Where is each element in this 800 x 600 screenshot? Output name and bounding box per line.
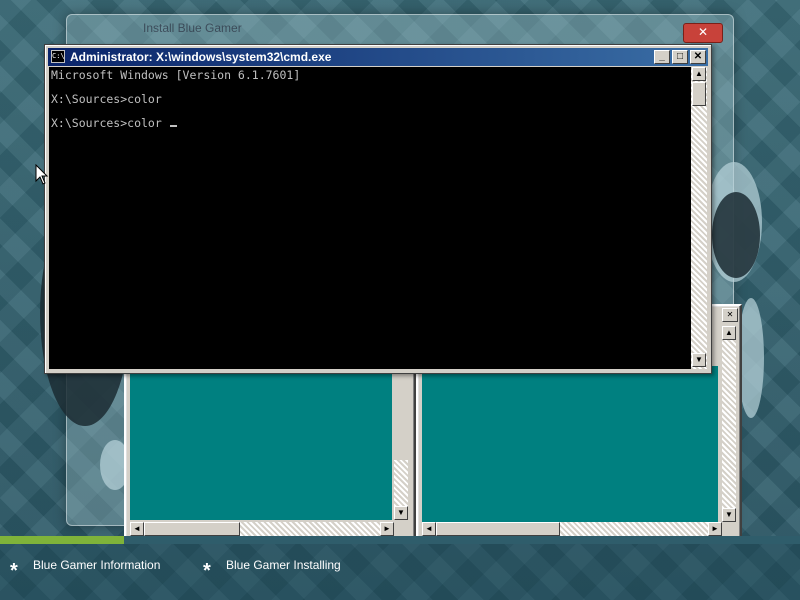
step-blue-gamer-information: Blue Gamer Information [33, 558, 161, 572]
scroll-thumb[interactable] [436, 522, 560, 536]
close-button[interactable]: ✕ [690, 50, 706, 64]
scroll-thumb[interactable] [692, 82, 706, 106]
console-output[interactable]: Microsoft Windows [Version 6.1.7601] X:\… [49, 67, 691, 369]
setup-progress-fill [0, 536, 124, 544]
scroll-down-button[interactable]: ▼ [394, 506, 408, 520]
console-prompt-line: X:\Sources>color [51, 117, 691, 129]
minimize-button[interactable]: _ [654, 50, 670, 64]
setup-close-button[interactable]: ✕ [683, 23, 723, 43]
cmd-title: Administrator: X:\windows\system32\cmd.e… [70, 50, 332, 64]
scroll-up-button[interactable]: ▲ [722, 326, 736, 340]
maximize-button[interactable]: □ [672, 50, 688, 64]
console-prompt: X:\Sources>color [51, 116, 169, 130]
window-client-area [422, 366, 718, 522]
scroll-up-button[interactable]: ▲ [692, 67, 706, 81]
scroll-thumb[interactable] [144, 522, 240, 536]
window-client-area [130, 364, 392, 520]
setup-steps-bar [0, 544, 800, 600]
classic-window-left: ▼ ◄ ► [124, 362, 416, 544]
setup-progress-bar [0, 536, 800, 544]
step-blue-gamer-installing: Blue Gamer Installing [226, 558, 341, 572]
vertical-scrollbar[interactable]: ▲ ▼ [691, 67, 707, 369]
asterisk-icon: * [203, 560, 211, 582]
close-button[interactable]: ✕ [722, 308, 738, 322]
text-cursor [169, 125, 177, 127]
scroll-down-button[interactable]: ▼ [722, 508, 736, 522]
asterisk-icon: * [10, 560, 18, 582]
mouse-pointer-icon [35, 164, 49, 185]
scroll-left-button[interactable]: ◄ [422, 522, 436, 536]
artwork-dark-top [712, 192, 760, 278]
setup-title: Install Blue Gamer [143, 21, 242, 35]
scroll-down-button[interactable]: ▼ [692, 353, 706, 367]
cmd-window[interactable]: C:\ Administrator: X:\windows\system32\c… [44, 44, 712, 374]
console-icon[interactable]: C:\ [51, 50, 65, 63]
console-line: X:\Sources>color [51, 92, 162, 106]
scroll-left-button[interactable]: ◄ [130, 522, 144, 536]
scroll-right-button[interactable]: ► [708, 522, 722, 536]
console-line: Microsoft Windows [Version 6.1.7601] [51, 68, 301, 82]
vertical-scrollbar[interactable] [722, 326, 736, 522]
cmd-titlebar[interactable]: C:\ Administrator: X:\windows\system32\c… [48, 48, 708, 66]
scroll-right-button[interactable]: ► [380, 522, 394, 536]
